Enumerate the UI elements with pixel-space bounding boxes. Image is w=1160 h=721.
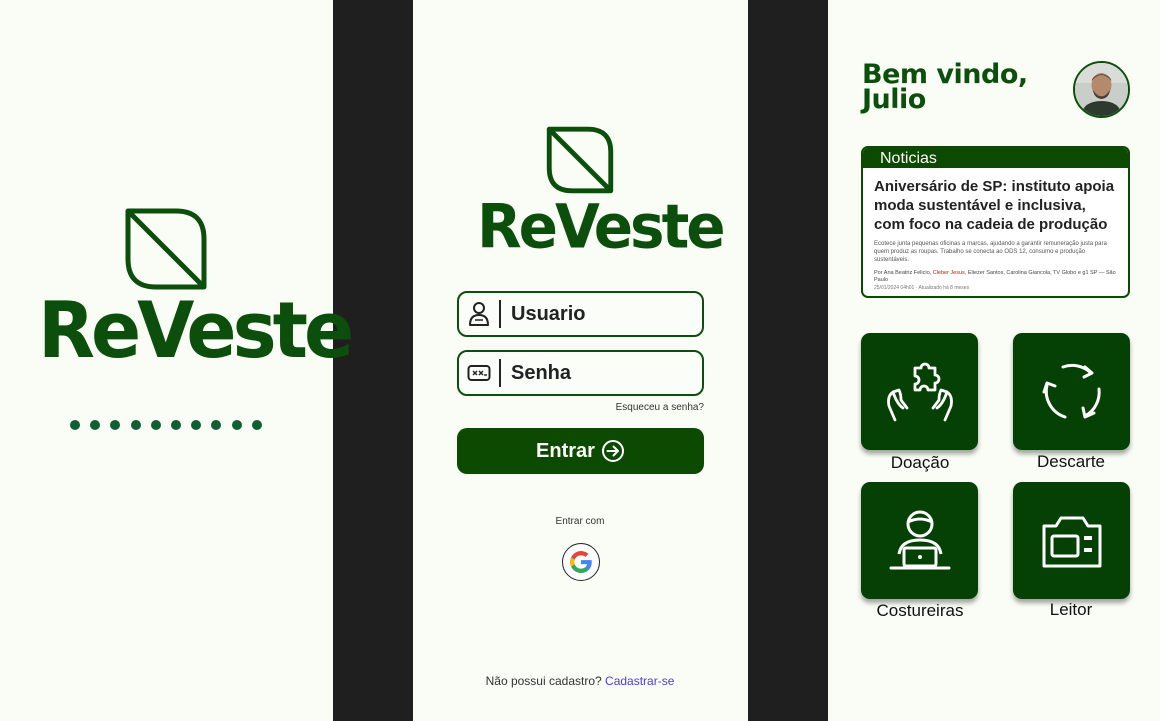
username-field[interactable] <box>457 291 704 337</box>
loading-dots <box>70 420 262 430</box>
password-icon <box>459 352 499 394</box>
signup-prompt: Não possui cadastro? Cadastrar-se <box>420 674 740 688</box>
username-input[interactable] <box>501 301 693 327</box>
reader-tile[interactable] <box>1013 482 1130 599</box>
seamstress-label: Costureiras <box>876 601 964 620</box>
password-field[interactable] <box>457 350 704 396</box>
user-name: Julio <box>862 84 926 115</box>
avatar[interactable] <box>1073 61 1130 118</box>
no-account-text: Não possui cadastro? <box>485 674 602 688</box>
news-summary: Ecotece junta pequenas oficinas a marcas… <box>874 241 1107 263</box>
google-login-button[interactable] <box>562 543 600 581</box>
loading-dot <box>251 420 262 430</box>
recycle-icon <box>1042 363 1101 418</box>
news-date: 25/01/2024 04h01 · Atualizado há 8 meses <box>874 285 970 291</box>
seamstress-tile[interactable] <box>861 482 978 599</box>
loading-dot <box>70 420 80 430</box>
news-header: Noticias <box>863 148 1128 168</box>
news-byline: Por Ana Beatriz Felicio, Cleber Jesus, E… <box>874 270 1117 284</box>
loading-dot <box>150 420 161 430</box>
user-photo <box>1075 63 1128 116</box>
brand-wordmark: ReVeste <box>38 285 354 376</box>
arrow-right-circle-icon <box>601 440 624 462</box>
news-title[interactable]: Aniversário de SP: instituto apoia moda … <box>874 177 1117 234</box>
byline-prefix: Por Ana Beatriz Felicio, <box>874 270 932 276</box>
byline-highlight[interactable]: Cleber Jesus <box>933 270 965 276</box>
discard-label: Descarte <box>1036 452 1106 471</box>
loading-dot <box>191 420 202 430</box>
loading-dot <box>170 420 181 430</box>
brand-wordmark: ReVeste <box>477 190 726 263</box>
enter-with-label: Entrar com <box>555 516 605 527</box>
loading-dot <box>90 420 101 430</box>
reader-label: Leitor <box>1049 600 1093 619</box>
news-body: Aniversário de SP: instituto apoia moda … <box>863 168 1128 291</box>
donation-hands-icon <box>886 362 953 421</box>
donation-label: Doação <box>890 453 950 472</box>
leaf-logo-icon <box>546 126 614 194</box>
loading-dot <box>130 420 141 430</box>
google-icon <box>570 551 592 573</box>
leaf-logo-icon <box>125 208 207 290</box>
seamstress-laptop-icon <box>889 510 950 569</box>
signup-link[interactable]: Cadastrar-se <box>605 674 674 688</box>
screen-gap <box>748 0 828 721</box>
user-icon <box>459 293 499 335</box>
news-card[interactable]: Noticias Aniversário de SP: instituto ap… <box>861 146 1130 298</box>
forgot-password-link[interactable]: Esqueceu a senha? <box>600 402 704 413</box>
password-input[interactable] <box>501 360 693 386</box>
loading-dot <box>110 420 121 430</box>
discard-tile[interactable] <box>1013 333 1130 450</box>
welcome-heading: Bem vindo, Julio <box>862 61 1062 115</box>
login-button[interactable]: Entrar <box>457 428 704 474</box>
login-button-label: Entrar <box>536 439 595 462</box>
loading-dot <box>231 420 242 430</box>
camera-icon <box>1042 516 1101 567</box>
donation-tile[interactable] <box>861 333 978 450</box>
loading-dot <box>211 420 222 430</box>
